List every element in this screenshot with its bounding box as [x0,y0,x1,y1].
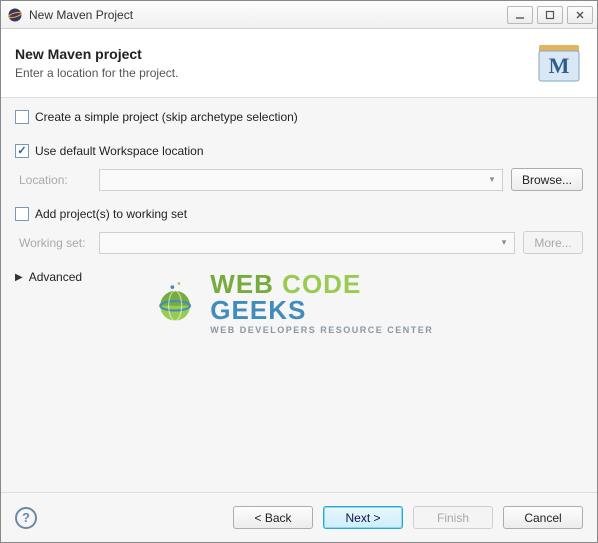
working-set-chk-label: Add project(s) to working set [35,207,187,221]
advanced-expander[interactable]: ▶ Advanced [15,270,583,284]
next-button[interactable]: Next > [323,506,403,529]
back-button[interactable]: < Back [233,506,313,529]
more-button[interactable]: More... [523,231,583,254]
default-workspace-checkbox[interactable] [15,144,29,158]
wizard-body: Create a simple project (skip archetype … [1,98,597,492]
simple-project-checkbox[interactable] [15,110,29,124]
header-text: New Maven project Enter a location for t… [15,46,535,80]
working-set-row: Working set: ▾ More... [19,231,583,254]
help-icon[interactable]: ? [15,507,37,529]
default-workspace-label: Use default Workspace location [35,144,204,158]
working-set-combo: ▾ [99,232,515,254]
location-combo: ▾ [99,169,503,191]
location-row: Location: ▾ Browse... [19,168,583,191]
wizard-window: New Maven Project New Maven project Ente… [0,0,598,543]
maximize-button[interactable] [537,6,563,24]
finish-button[interactable]: Finish [413,506,493,529]
simple-project-row: Create a simple project (skip archetype … [15,110,583,124]
location-label: Location: [19,173,91,187]
chevron-down-icon: ▾ [484,172,500,188]
eclipse-icon [7,7,23,23]
chevron-down-icon: ▾ [496,235,512,251]
browse-button[interactable]: Browse... [511,168,583,191]
window-controls [507,6,593,24]
working-set-checkbox[interactable] [15,207,29,221]
working-set-label: Working set: [19,236,91,250]
advanced-label: Advanced [29,270,82,284]
close-button[interactable] [567,6,593,24]
watermark-subtitle: WEB DEVELOPERS RESOURCE CENTER [210,326,448,335]
working-set-chk-row: Add project(s) to working set [15,207,583,221]
simple-project-label: Create a simple project (skip archetype … [35,110,298,124]
minimize-button[interactable] [507,6,533,24]
window-title: New Maven Project [29,8,501,22]
titlebar: New Maven Project [1,1,597,29]
expand-triangle-icon: ▶ [15,272,23,283]
default-workspace-row: Use default Workspace location [15,144,583,158]
wizard-header: New Maven project Enter a location for t… [1,29,597,98]
page-title: New Maven project [15,46,535,62]
wizard-footer: ? < Back Next > Finish Cancel [1,492,597,542]
cancel-button[interactable]: Cancel [503,506,583,529]
maven-icon: M [535,39,583,87]
page-description: Enter a location for the project. [15,66,535,80]
svg-text:M: M [549,53,570,78]
